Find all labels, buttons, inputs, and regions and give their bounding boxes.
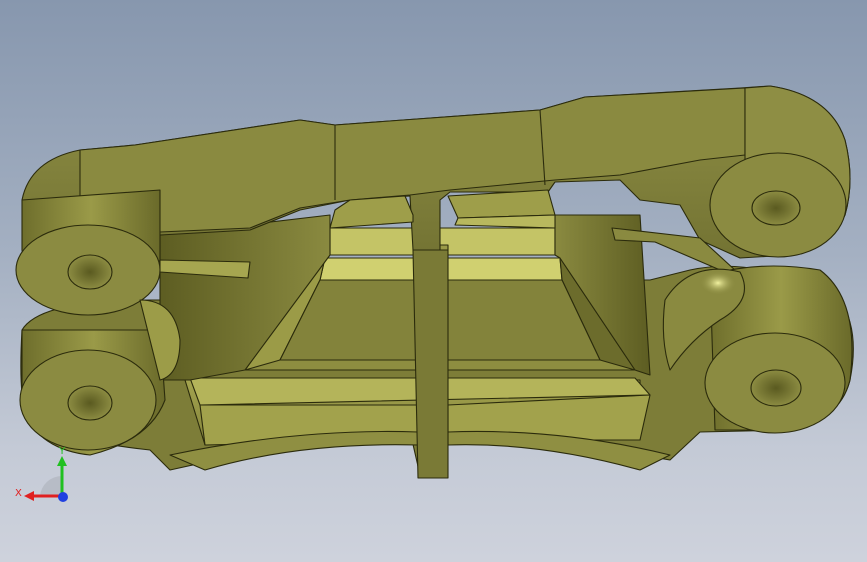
- right-upper-hole: [751, 190, 801, 226]
- z-axis-dot: [58, 492, 68, 502]
- upper-tab-right: [447, 189, 556, 219]
- graphics-viewport[interactable]: Y X: [0, 0, 867, 562]
- y-axis-arrow: [57, 456, 67, 466]
- left-upper-hole: [67, 254, 113, 290]
- x-axis-label: X: [15, 488, 22, 499]
- triad-plane: [40, 475, 62, 496]
- center-rib: [412, 249, 449, 479]
- y-axis-label: Y: [58, 446, 66, 457]
- cad-model[interactable]: [0, 0, 867, 562]
- coordinate-triad: Y X: [15, 446, 68, 502]
- x-axis-arrow: [24, 491, 34, 501]
- right-lower-hole: [750, 369, 802, 407]
- left-lower-hole: [67, 385, 113, 421]
- right-fillet-highlight: [700, 271, 736, 295]
